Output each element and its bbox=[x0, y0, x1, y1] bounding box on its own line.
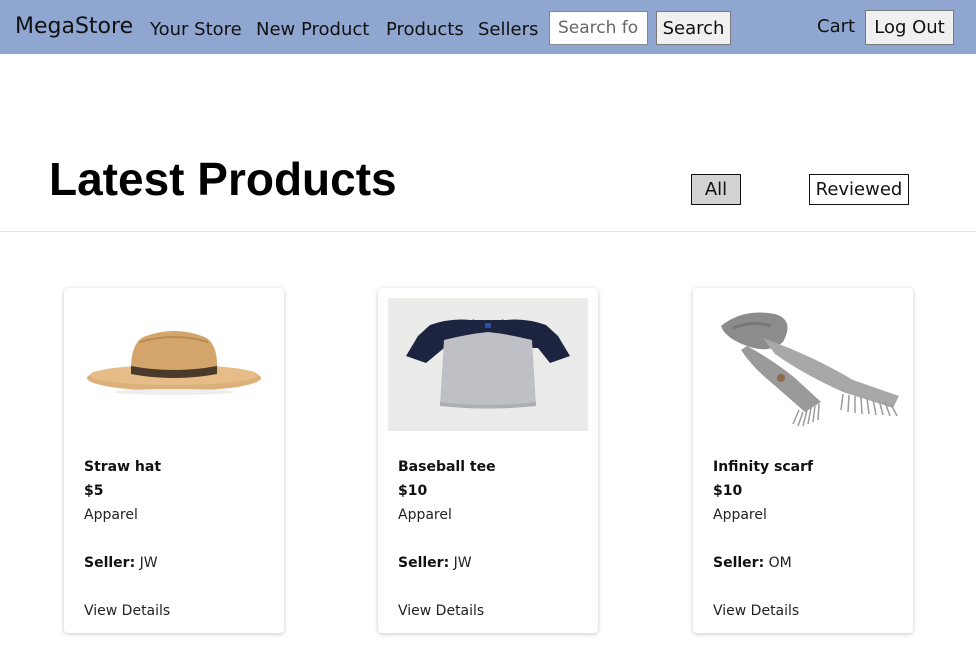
product-price: $5 bbox=[84, 483, 104, 499]
product-price: $10 bbox=[398, 483, 428, 499]
view-details-link[interactable]: View Details bbox=[84, 603, 170, 619]
logout-button[interactable]: Log Out bbox=[865, 10, 954, 45]
search-button[interactable]: Search bbox=[656, 11, 731, 45]
product-card: Infinity scarf $10 Apparel Seller: OM Vi… bbox=[693, 288, 913, 633]
product-card: Straw hat $5 Apparel Seller: JW View Det… bbox=[64, 288, 284, 633]
seller-label: Seller: bbox=[713, 555, 765, 571]
page-title: Latest Products bbox=[49, 153, 397, 205]
brand-link[interactable]: MegaStore bbox=[15, 14, 133, 39]
navbar: MegaStore Your Store New Product Product… bbox=[0, 0, 976, 54]
nav-link-new-product[interactable]: New Product bbox=[256, 19, 369, 40]
product-card: Baseball tee $10 Apparel Seller: JW View… bbox=[378, 288, 598, 633]
product-category: Apparel bbox=[84, 507, 138, 523]
product-name: Infinity scarf bbox=[713, 459, 814, 475]
seller-name: JW bbox=[453, 555, 472, 571]
filter-reviewed-button[interactable]: Reviewed bbox=[809, 174, 909, 205]
seller-name: OM bbox=[768, 555, 792, 571]
seller-name: JW bbox=[139, 555, 158, 571]
nav-link-your-store[interactable]: Your Store bbox=[150, 19, 242, 40]
product-name: Baseball tee bbox=[398, 459, 496, 475]
nav-link-products[interactable]: Products bbox=[386, 19, 464, 40]
straw-hat-image bbox=[74, 298, 274, 431]
product-price: $10 bbox=[713, 483, 743, 499]
divider bbox=[0, 231, 976, 232]
product-seller: Seller: JW bbox=[84, 555, 158, 571]
view-details-link[interactable]: View Details bbox=[398, 603, 484, 619]
seller-label: Seller: bbox=[398, 555, 450, 571]
view-details-link[interactable]: View Details bbox=[713, 603, 799, 619]
product-category: Apparel bbox=[398, 507, 452, 523]
product-category: Apparel bbox=[713, 507, 767, 523]
product-name: Straw hat bbox=[84, 459, 162, 475]
nav-link-sellers[interactable]: Sellers bbox=[478, 19, 538, 40]
seller-label: Seller: bbox=[84, 555, 136, 571]
infinity-scarf-image bbox=[703, 298, 903, 431]
baseball-tee-image bbox=[388, 298, 588, 431]
cart-link[interactable]: Cart bbox=[817, 16, 855, 37]
product-seller: Seller: JW bbox=[398, 555, 472, 571]
filter-all-button[interactable]: All bbox=[691, 174, 741, 205]
product-seller: Seller: OM bbox=[713, 555, 792, 571]
search-input[interactable] bbox=[549, 11, 648, 45]
